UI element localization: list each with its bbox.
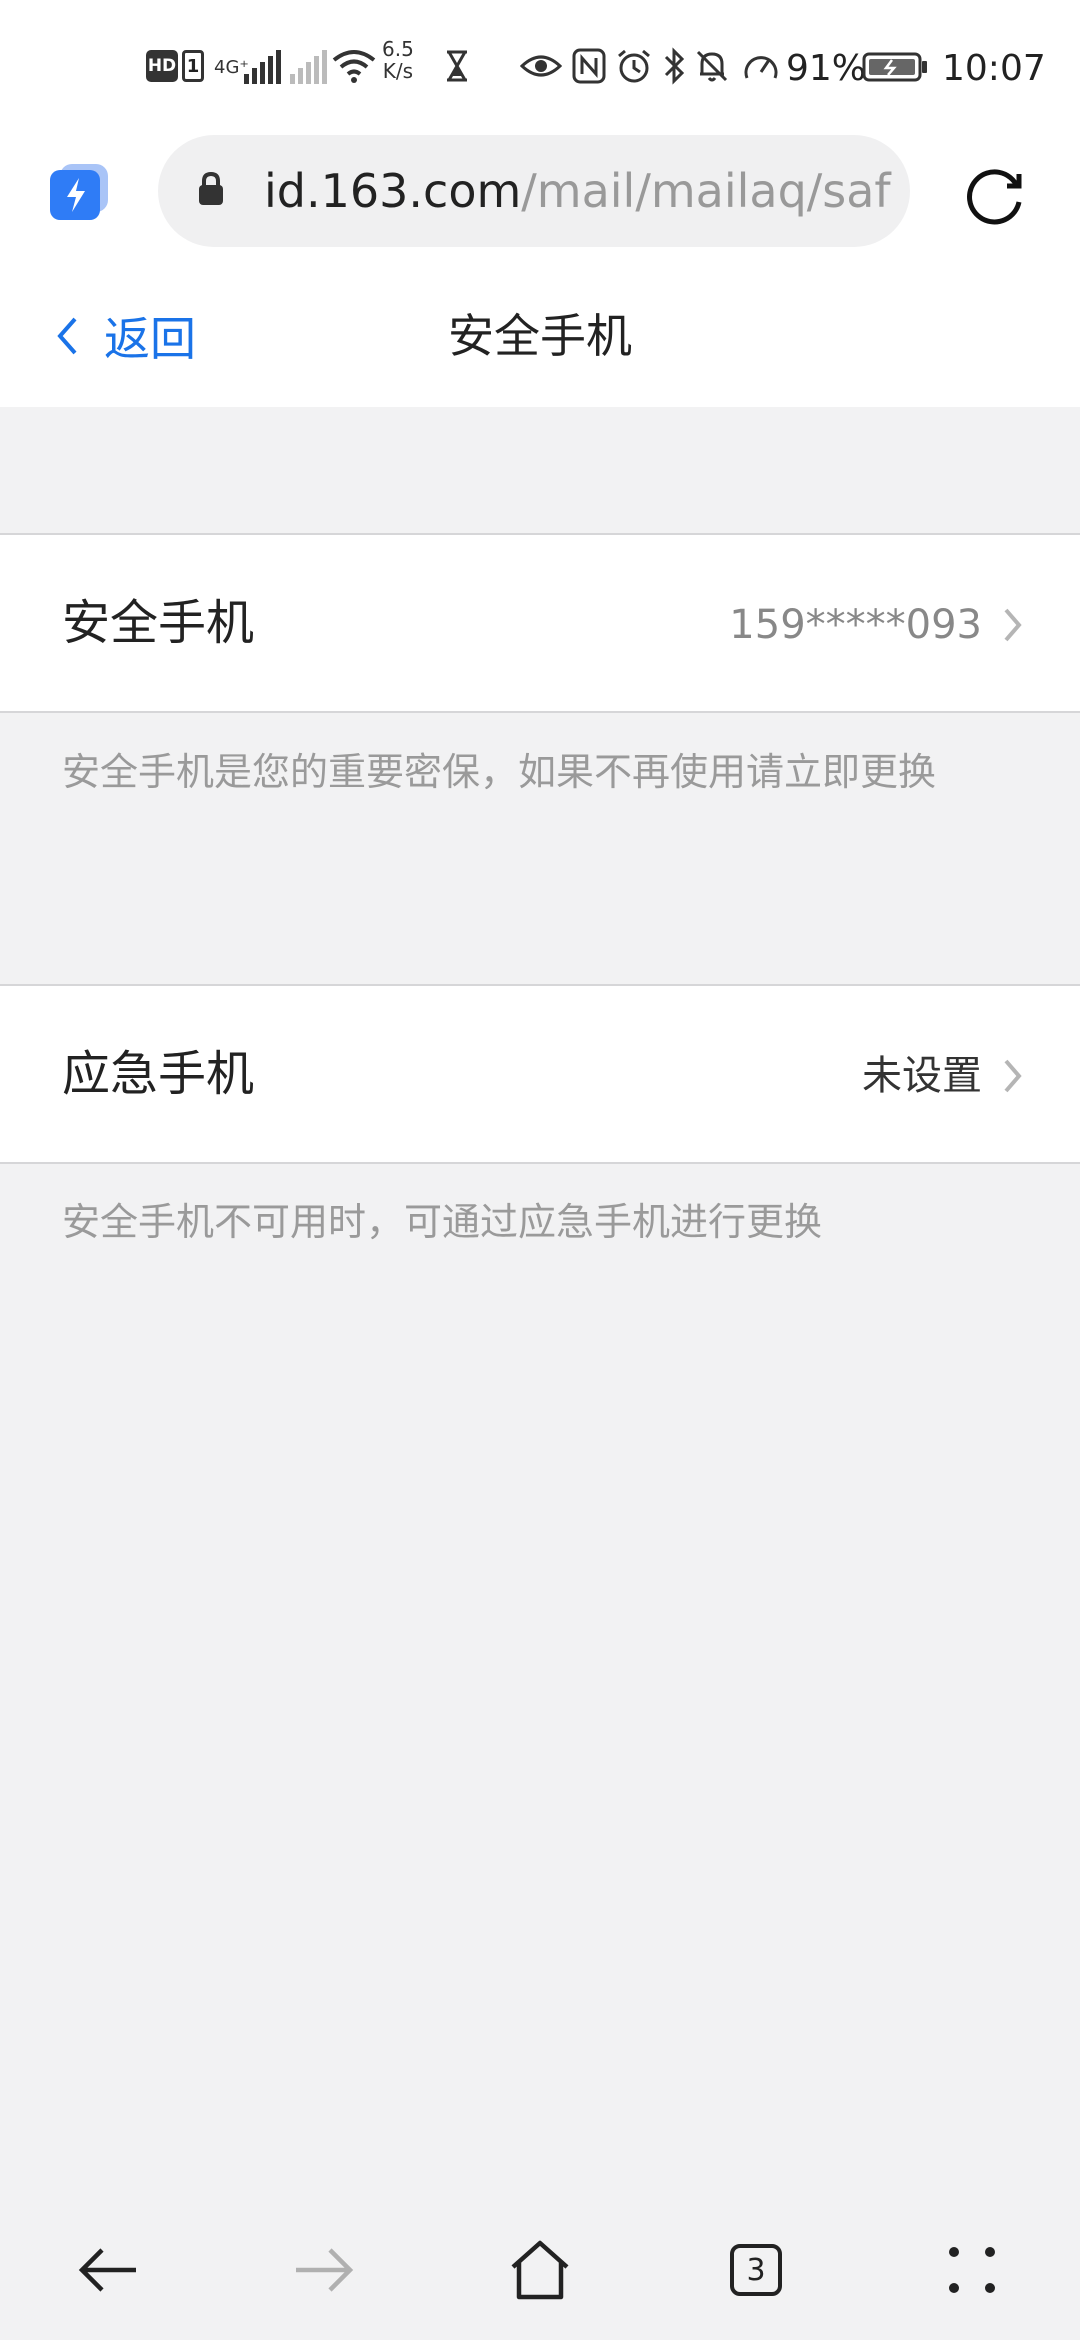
- speedometer-icon: [744, 56, 778, 79]
- nfc-icon: [572, 48, 606, 84]
- emergency-phone-hint: 安全手机不可用时，可通过应急手机进行更换: [62, 1200, 823, 1244]
- tabs-button[interactable]: 3: [720, 2234, 792, 2306]
- alarm-icon: [618, 49, 650, 83]
- bluetooth-icon: [664, 47, 685, 85]
- battery-percent: 91%: [786, 47, 867, 89]
- signal-2-icon: [290, 48, 327, 84]
- lock-icon: [199, 171, 223, 205]
- forward-nav-button[interactable]: [288, 2234, 360, 2306]
- emergency-phone-label: 应急手机: [62, 1046, 255, 1102]
- browser-bottom-nav: 3: [0, 2200, 1080, 2340]
- status-bar: HD 1 4G⁺ 6.5 K/s 91% 10:07: [0, 0, 1080, 130]
- home-icon: [511, 2240, 569, 2300]
- clock-time: 10:07: [942, 47, 1046, 89]
- hourglass-icon: [447, 50, 467, 82]
- home-button[interactable]: [504, 2234, 576, 2306]
- network-speed-unit: K/s: [382, 59, 414, 83]
- back-arrow-icon: [78, 2248, 136, 2292]
- browser-toolbar: id.163.com/mail/mailaq/safeMobile: [0, 130, 1080, 260]
- url-host: id.163.com: [264, 164, 522, 218]
- signal-icon: [244, 48, 281, 84]
- security-phone-hint: 安全手机是您的重要密保，如果不再使用请立即更换: [62, 750, 937, 794]
- hd-icon: HD: [146, 50, 178, 82]
- network-speed-value: 6.5: [382, 37, 414, 61]
- tabs-icon: 3: [730, 2244, 782, 2296]
- emergency-phone-row[interactable]: 应急手机 未设置: [0, 984, 1080, 1164]
- chevron-right-icon: [1004, 1059, 1022, 1093]
- menu-dots-icon: [949, 2247, 995, 2293]
- reload-icon[interactable]: [960, 160, 1030, 230]
- sim-icon: 1: [182, 50, 204, 82]
- battery-icon: [862, 52, 927, 82]
- forward-arrow-icon: [296, 2248, 354, 2292]
- mute-bell-icon: [696, 50, 728, 82]
- security-phone-row[interactable]: 安全手机 159*****093: [0, 533, 1080, 713]
- page-title: 安全手机: [448, 309, 632, 363]
- security-phone-value: 159*****093: [729, 602, 982, 648]
- url-text[interactable]: id.163.com/mail/mailaq/safeMobile: [264, 159, 892, 223]
- security-phone-label: 安全手机: [62, 595, 255, 651]
- menu-button[interactable]: [936, 2234, 1008, 2306]
- wifi-icon: [332, 50, 376, 83]
- chevron-right-icon: [1004, 608, 1022, 642]
- address-bar[interactable]: id.163.com/mail/mailaq/safeMobile: [158, 135, 910, 247]
- url-path: /mail/mailaq/safeMobile: [521, 164, 892, 218]
- eye-icon: [520, 55, 562, 77]
- emergency-phone-value: 未设置: [862, 1053, 982, 1099]
- page-header: 返回 安全手机: [0, 260, 1080, 407]
- back-nav-button[interactable]: [72, 2234, 144, 2306]
- lightning-app-icon[interactable]: [50, 162, 110, 222]
